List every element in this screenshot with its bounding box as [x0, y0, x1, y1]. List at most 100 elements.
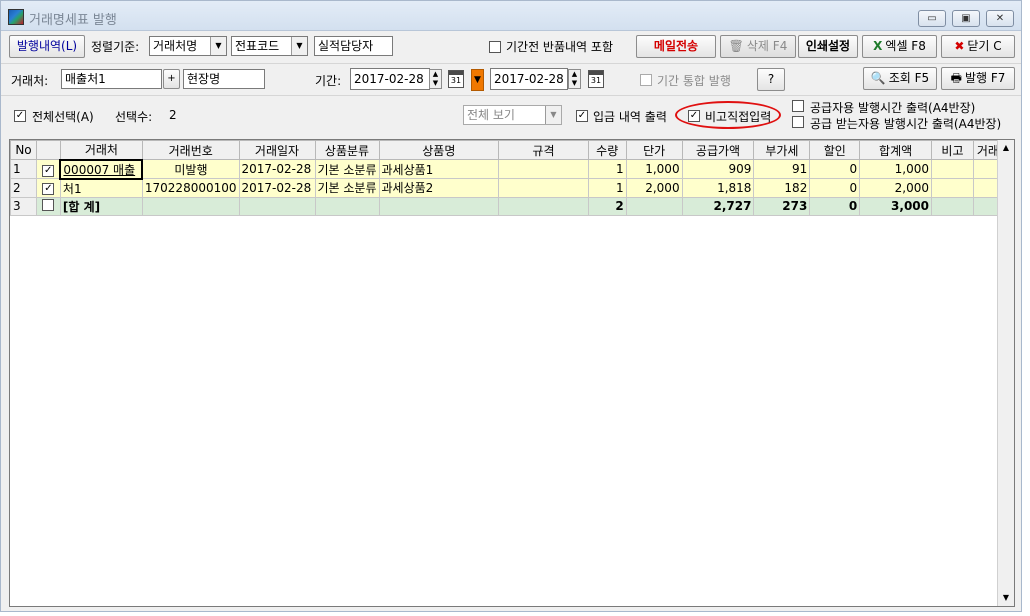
product-cell[interactable]: 과세상품1: [378, 159, 500, 179]
sort-select-1-value: 거래처명: [153, 39, 198, 53]
restore-button[interactable]: ▣: [952, 10, 980, 27]
select-all-checkbox[interactable]: ✓: [14, 110, 26, 122]
col-header-vat[interactable]: 부가세: [753, 140, 811, 160]
history-button[interactable]: 발행내역(L): [9, 35, 85, 58]
trash-icon: 🗑: [728, 39, 744, 53]
col-header-discount[interactable]: 할인: [809, 140, 861, 160]
col-header-trade-no[interactable]: 거래번호: [141, 140, 240, 160]
receiver-time-checkbox[interactable]: [792, 116, 804, 128]
price-cell[interactable]: 1,000: [625, 159, 683, 179]
total-cell[interactable]: 2,000: [859, 178, 933, 198]
performance-manager-field[interactable]: 실적담당자: [314, 36, 393, 56]
chevron-down-icon[interactable]: ▼: [545, 106, 561, 124]
col-header-date[interactable]: 거래일자: [238, 140, 316, 160]
category-cell[interactable]: 기본 소분류: [314, 178, 380, 198]
spec-cell[interactable]: [498, 159, 589, 179]
help-button[interactable]: ?: [757, 68, 785, 91]
view-select[interactable]: 전체 보기 ▼: [463, 105, 562, 125]
total-cell[interactable]: 1,000: [859, 159, 933, 179]
date-cell[interactable]: 2017-02-28: [238, 178, 316, 198]
delete-button[interactable]: 🗑 삭제 F4: [720, 35, 796, 58]
mail-send-button[interactable]: 메일전송: [636, 35, 716, 58]
spin-up-icon[interactable]: ▲: [430, 70, 441, 79]
col-header-memo[interactable]: 비고: [931, 140, 974, 160]
price-cell[interactable]: 2,000: [625, 178, 683, 198]
site-input[interactable]: 현장명: [183, 69, 265, 89]
spin-down-icon[interactable]: ▼: [430, 79, 441, 88]
merge-period-checkbox[interactable]: [640, 74, 652, 86]
row-checkbox[interactable]: ✓: [42, 183, 55, 196]
issue-button[interactable]: 🖶 발행 F7: [941, 67, 1015, 90]
row-checkbox-cell[interactable]: [35, 196, 61, 216]
sort-label: 정렬기준:: [91, 40, 140, 54]
spec-cell[interactable]: [498, 178, 589, 198]
supply-cell[interactable]: 909: [681, 159, 755, 179]
client-cell[interactable]: 000007 매출: [59, 158, 144, 180]
table-row[interactable]: 1 ✓ 000007 매출 미발행 2017-02-28 기본 소분류 과세상품…: [10, 158, 1014, 180]
excel-button[interactable]: X 엑셀 F8: [862, 35, 937, 58]
scroll-up-icon[interactable]: ▲: [998, 140, 1014, 156]
row-checkbox-cell[interactable]: ✓: [35, 178, 61, 198]
col-header-category[interactable]: 상품분류: [314, 140, 380, 160]
row-checkbox[interactable]: [42, 198, 55, 211]
table-row[interactable]: 2 ✓ 처1 170228000100 2017-02-28 기본 소분류 과세…: [10, 178, 1014, 198]
table-header-row: No 거래처 거래번호 거래일자 상품분류 상품명 규격 수량 단가 공급가액 …: [10, 140, 1014, 160]
col-header-no[interactable]: No: [10, 140, 37, 160]
col-header-spec[interactable]: 규격: [498, 140, 589, 160]
period-label: 기간:: [315, 74, 342, 88]
date-from-input[interactable]: 2017-02-28: [350, 68, 430, 90]
col-header-price[interactable]: 단가: [625, 140, 683, 160]
qty-cell[interactable]: 1: [587, 178, 627, 198]
close-x-icon: ✖: [954, 39, 965, 53]
close-button[interactable]: ✖ 닫기 C: [941, 35, 1015, 58]
search-button[interactable]: 🔍 조회 F5: [863, 67, 937, 90]
date-to-spinner[interactable]: ▲ ▼: [568, 69, 581, 89]
col-header-supply[interactable]: 공급가액: [681, 140, 755, 160]
date-copy-arrow-icon[interactable]: ▼: [471, 69, 484, 91]
date-from-spinner[interactable]: ▲ ▼: [429, 69, 442, 89]
trade-no-cell[interactable]: 미발행: [141, 159, 240, 179]
date-to-input[interactable]: 2017-02-28: [490, 68, 568, 90]
sort-select-2[interactable]: 전표코드 ▼: [231, 36, 308, 56]
memo-cell[interactable]: [931, 159, 974, 179]
supply-cell[interactable]: 1,818: [681, 178, 755, 198]
product-cell[interactable]: 과세상품2: [378, 178, 500, 198]
print-settings-button[interactable]: 인쇄설정: [798, 35, 858, 58]
spin-up-icon[interactable]: ▲: [569, 70, 580, 79]
vat-cell[interactable]: 91: [753, 159, 811, 179]
trade-no-cell[interactable]: 170228000100: [141, 178, 240, 198]
vat-cell[interactable]: 182: [753, 178, 811, 198]
chevron-down-icon[interactable]: ▼: [210, 37, 226, 55]
close-window-button[interactable]: ✕: [986, 10, 1014, 27]
col-header-client[interactable]: 거래처: [59, 140, 143, 160]
client-add-button[interactable]: +: [163, 69, 180, 89]
scroll-down-icon[interactable]: ▼: [998, 590, 1014, 606]
qty-cell[interactable]: 1: [587, 159, 627, 179]
row-checkbox-cell[interactable]: ✓: [35, 159, 61, 179]
calendar-icon[interactable]: 31: [448, 70, 464, 88]
col-header-total[interactable]: 합계액: [859, 140, 933, 160]
discount-cell[interactable]: 0: [809, 178, 861, 198]
row-checkbox[interactable]: ✓: [42, 164, 55, 177]
memo-cell[interactable]: [931, 178, 974, 198]
supplier-time-checkbox[interactable]: [792, 100, 804, 112]
category-cell[interactable]: 기본 소분류: [314, 159, 380, 179]
col-header-check[interactable]: [35, 140, 61, 160]
client-input[interactable]: 매출처1: [61, 69, 162, 89]
minimize-button[interactable]: ▭: [918, 10, 946, 27]
spin-down-icon[interactable]: ▼: [569, 79, 580, 88]
date-cell[interactable]: 2017-02-28: [238, 159, 316, 179]
chevron-down-icon[interactable]: ▼: [291, 37, 307, 55]
delete-button-label: 삭제 F4: [746, 39, 788, 53]
col-header-qty[interactable]: 수량: [587, 140, 627, 160]
col-header-product[interactable]: 상품명: [378, 140, 500, 160]
summary-label: [합 계]: [59, 196, 143, 216]
deposit-print-checkbox[interactable]: ✓: [576, 110, 588, 122]
calendar-icon[interactable]: 31: [588, 70, 604, 88]
discount-cell[interactable]: 0: [809, 159, 861, 179]
memo-input-checkbox[interactable]: ✓: [688, 110, 700, 122]
vertical-scrollbar[interactable]: ▲ ▼: [997, 140, 1014, 606]
client-cell[interactable]: 처1: [59, 178, 143, 198]
sort-select-1[interactable]: 거래처명 ▼: [149, 36, 227, 56]
include-returns-checkbox[interactable]: [489, 41, 501, 53]
